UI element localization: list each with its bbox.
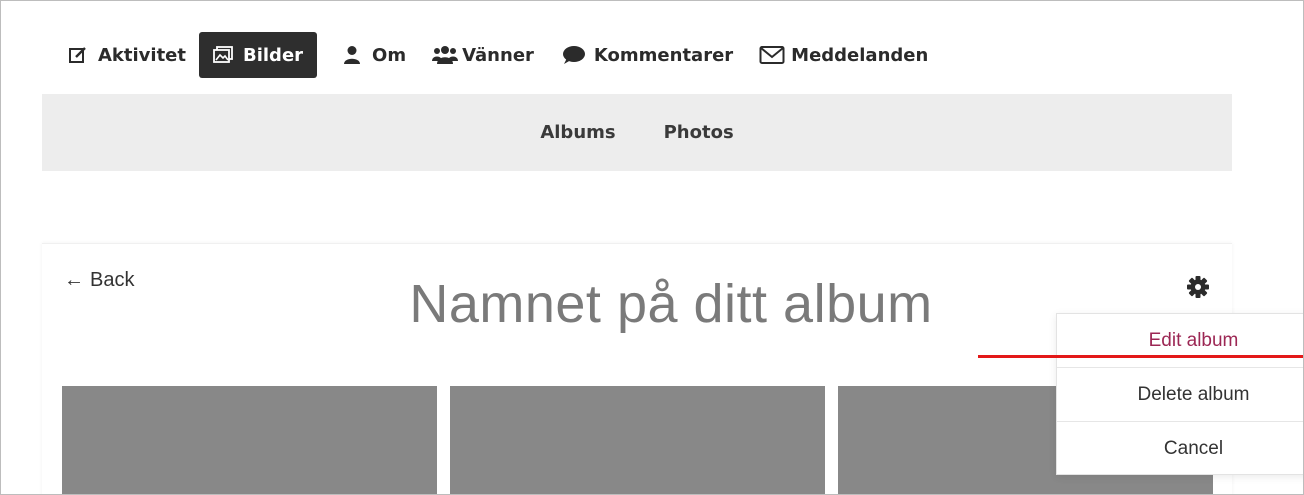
page-frame: Aktivitet Bilder Om Vänner Kommentarer M…	[0, 0, 1304, 495]
arrow-left-icon: ←	[64, 269, 84, 291]
comment-icon	[560, 44, 586, 66]
nav-item-om[interactable]: Om	[341, 32, 406, 78]
highlight-underline	[978, 355, 1303, 358]
nav-item-label: Bilder	[243, 44, 304, 66]
nav-item-vanner[interactable]: Vänner	[432, 32, 534, 78]
nav-item-aktivitet[interactable]: Aktivitet	[67, 32, 186, 78]
photo-thumbnail[interactable]	[62, 386, 437, 494]
back-button[interactable]: ← Back	[64, 269, 134, 292]
album-actions-menu: Edit album Delete album Cancel	[1056, 313, 1303, 476]
nav-item-label: Aktivitet	[98, 44, 186, 66]
edit-album-option[interactable]: Edit album	[1057, 314, 1303, 368]
nav-item-kommentarer[interactable]: Kommentarer	[560, 32, 733, 78]
tab-albums[interactable]: Albums	[540, 122, 615, 143]
nav-item-meddelanden[interactable]: Meddelanden	[759, 32, 928, 78]
album-title: Namnet på ditt album	[409, 274, 933, 334]
nav-item-label: Meddelanden	[791, 44, 929, 66]
envelope-icon	[759, 44, 785, 66]
photo-thumbnail[interactable]	[450, 386, 825, 494]
nav-item-label: Om	[372, 44, 407, 66]
edit-icon	[67, 44, 89, 66]
nav-item-label: Kommentarer	[593, 44, 734, 66]
users-icon	[432, 44, 459, 66]
album-subnav: Albums Photos	[42, 94, 1232, 171]
gear-icon[interactable]	[1186, 275, 1210, 299]
tab-photos[interactable]: Photos	[664, 122, 734, 143]
photo-grid	[62, 386, 1226, 494]
profile-nav: Aktivitet Bilder Om Vänner Kommentarer M…	[67, 32, 954, 78]
user-icon	[341, 44, 363, 66]
delete-album-option[interactable]: Delete album	[1057, 368, 1303, 422]
images-icon	[212, 44, 234, 66]
back-label: Back	[90, 269, 135, 291]
nav-item-bilder[interactable]: Bilder	[199, 32, 318, 78]
cancel-option[interactable]: Cancel	[1057, 422, 1303, 476]
nav-item-label: Vänner	[462, 44, 534, 66]
